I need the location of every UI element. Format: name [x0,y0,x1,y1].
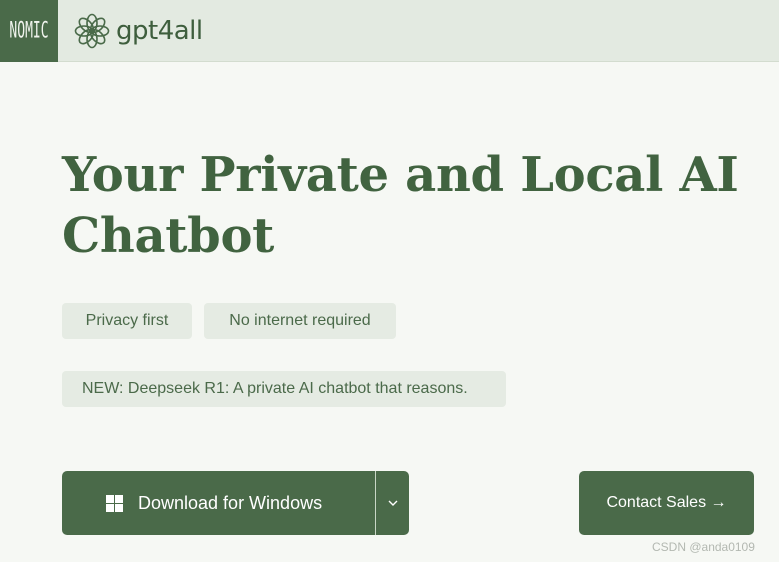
flower-logo-icon [74,13,110,49]
download-options-dropdown[interactable] [376,471,409,535]
download-split-button: Download for Windows [62,471,409,535]
feature-chip-privacy: Privacy first [62,303,192,339]
chevron-down-icon [387,497,399,509]
contact-sales-button[interactable]: Contact Sales → [579,471,754,535]
page: NOMIC gpt4all Your Private and Local AI … [0,0,779,562]
nomic-logo-text: NOMIC [9,18,49,44]
news-banner-text: NEW: Deepseek R1: A private AI chatbot t… [82,380,468,397]
contact-sales-label: Contact Sales → [606,494,727,511]
brand-name: gpt4all [116,16,203,46]
download-button-label: Download for Windows [138,492,323,513]
top-header: NOMIC gpt4all [0,0,779,62]
feature-chip-no-internet: No internet required [204,303,396,339]
windows-icon [106,494,123,512]
nomic-logo[interactable]: NOMIC [0,0,58,62]
news-banner-link[interactable]: NEW: Deepseek R1: A private AI chatbot t… [62,371,506,407]
hero-title: Your Private and Local AI Chatbot [62,147,739,264]
gpt4all-home-link[interactable]: gpt4all [74,13,203,49]
watermark-text: CSDN @anda0109 [652,540,755,554]
download-windows-button[interactable]: Download for Windows [62,471,375,535]
